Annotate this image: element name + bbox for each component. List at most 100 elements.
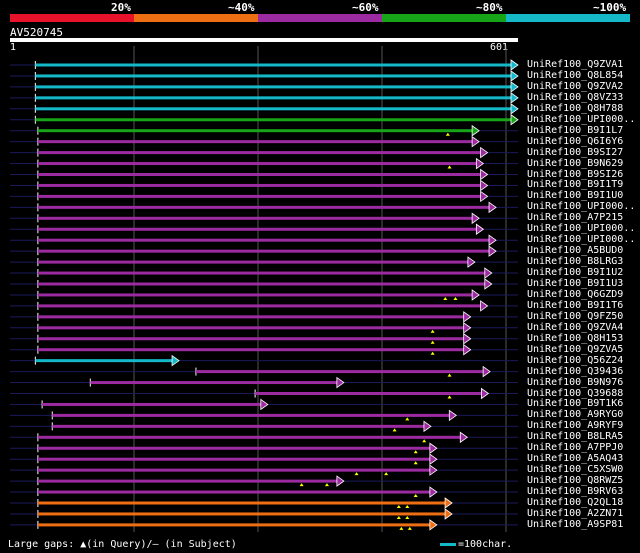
hit-arrowhead <box>429 519 438 531</box>
hit-arrowhead <box>488 245 497 257</box>
hit-arrowhead <box>463 311 472 323</box>
query-gap-marker <box>453 296 458 300</box>
hit-label[interactable]: UniRef100_B9I1U2 <box>527 267 623 278</box>
hit-label[interactable]: UniRef100_Q9ZVA5 <box>527 344 623 355</box>
query-gap-marker <box>413 450 418 454</box>
hit-label[interactable]: UniRef100_A7PPJ0 <box>527 442 623 453</box>
hit-bar <box>37 304 482 308</box>
hit-label[interactable]: UniRef100_A7P215 <box>527 212 623 223</box>
hit-bar <box>37 468 431 472</box>
hit-bar <box>35 74 513 78</box>
hit-arrowhead <box>471 212 480 225</box>
hit-label[interactable]: UniRef100_UPI000.. <box>527 223 635 234</box>
hit-arrowhead <box>510 81 519 93</box>
hit-label[interactable]: UniRef100_Q8L854 <box>527 70 623 81</box>
query-gap-marker <box>396 515 401 519</box>
hit-label[interactable]: UniRef100_A5AQ43 <box>527 453 623 464</box>
hit-label[interactable]: UniRef100_B9I1L7 <box>527 125 623 136</box>
hit-arrowhead <box>480 300 489 312</box>
hit-arrowhead <box>260 398 269 411</box>
hit-label[interactable]: UniRef100_Q39436 <box>527 366 623 377</box>
hit-label[interactable]: UniRef100_Q6I6Y6 <box>527 136 623 147</box>
hit-arrowhead <box>510 113 519 126</box>
query-gap-marker <box>405 515 410 519</box>
hit-arrowhead <box>488 234 497 246</box>
hit-label[interactable]: UniRef100_B9RV63 <box>527 486 623 497</box>
hit-bar <box>35 359 174 363</box>
query-gap-marker <box>443 296 448 300</box>
query-gap-marker <box>413 494 418 498</box>
query-gap-marker <box>299 483 304 487</box>
query-gap-marker <box>399 526 404 530</box>
query-gap-marker <box>354 472 359 476</box>
query-gap-marker <box>447 373 452 377</box>
gap-legend: Large gaps: ▲(in Query)/– (in Subject) <box>8 539 237 550</box>
hit-label[interactable]: UniRef100_B9I1U3 <box>527 278 623 289</box>
query-gap-marker <box>430 340 435 344</box>
query-gap-marker <box>324 483 329 487</box>
hit-label[interactable]: UniRef100_Q6GZD9 <box>527 289 623 300</box>
hit-bar <box>37 238 491 242</box>
hit-label[interactable]: UniRef100_Q8H153 <box>527 333 623 344</box>
hit-bar <box>37 249 491 253</box>
hit-bar <box>37 479 338 483</box>
hit-bar <box>37 348 465 352</box>
scale-bar <box>440 542 456 546</box>
hit-label[interactable]: UniRef100_C5XSW0 <box>527 464 623 475</box>
query-gap-marker <box>384 472 389 476</box>
hit-label[interactable]: UniRef100_B9I1T9 <box>527 179 623 190</box>
hit-label[interactable]: UniRef100_B8LRG3 <box>527 256 623 267</box>
hit-bar <box>37 512 447 516</box>
hit-label[interactable]: UniRef100_B9N629 <box>527 158 623 169</box>
hit-label[interactable]: UniRef100_Q8RWZ5 <box>527 475 623 486</box>
query-gap-marker <box>447 165 452 169</box>
hit-arrowhead <box>463 322 472 334</box>
hit-arrowhead <box>480 168 489 181</box>
hit-label[interactable]: UniRef100_B9I1T6 <box>527 300 623 311</box>
hit-label[interactable]: UniRef100_A5BUD0 <box>527 245 623 256</box>
hit-bar <box>52 424 425 428</box>
hit-label[interactable]: UniRef100_B9I1U0 <box>527 190 623 201</box>
hit-arrowhead <box>423 420 432 433</box>
hit-label[interactable]: UniRef100_Q8VZ33 <box>527 92 623 103</box>
hit-arrowhead <box>510 103 519 115</box>
hit-label[interactable]: UniRef100_Q56Z24 <box>527 355 623 366</box>
hit-label[interactable]: UniRef100_Q9FZ50 <box>527 311 623 322</box>
hit-label[interactable]: UniRef100_UPI000.. <box>527 234 635 245</box>
hit-label[interactable]: UniRef100_A9RYF9 <box>527 420 623 431</box>
scale-label: =100char. <box>458 539 513 550</box>
hit-label[interactable]: UniRef100_B9SI27 <box>527 147 623 158</box>
hit-arrowhead <box>336 376 345 389</box>
hit-bar <box>195 370 485 374</box>
query-gap-marker <box>407 526 412 530</box>
hit-label[interactable]: UniRef100_A2ZN71 <box>527 508 623 519</box>
hit-arrowhead <box>471 289 480 301</box>
hit-arrowhead <box>429 464 438 476</box>
hit-bar <box>255 392 483 395</box>
query-gap-marker <box>396 505 401 508</box>
query-gap-marker <box>430 351 435 355</box>
hit-label[interactable]: UniRef100_A9RYG0 <box>527 409 623 420</box>
hit-bar <box>37 194 482 198</box>
hit-label[interactable]: UniRef100_B9N976 <box>527 377 623 388</box>
hit-label[interactable]: UniRef100_UPI000.. <box>527 114 635 125</box>
hit-label[interactable]: UniRef100_B8LRA5 <box>527 431 623 442</box>
hit-label[interactable]: UniRef100_B9SI26 <box>527 169 623 180</box>
hit-label[interactable]: UniRef100_Q8H788 <box>527 103 623 114</box>
hit-label[interactable]: UniRef100_A9SP81 <box>527 519 623 530</box>
hit-arrowhead <box>480 146 489 159</box>
hit-label[interactable]: UniRef100_Q9ZVA2 <box>527 81 623 92</box>
hit-arrowhead <box>336 475 345 487</box>
hit-label[interactable]: UniRef100_Q39688 <box>527 388 623 399</box>
hit-label[interactable]: UniRef100_Q9ZVA4 <box>527 322 623 333</box>
hit-label[interactable]: UniRef100_Q2QL18 <box>527 497 623 508</box>
hit-label[interactable]: UniRef100_Q9ZVA1 <box>527 59 623 70</box>
hit-arrowhead <box>484 267 493 279</box>
hit-arrowhead <box>481 387 490 400</box>
hit-label[interactable]: UniRef100_UPI000.. <box>527 201 635 212</box>
query-gap-marker <box>413 461 418 465</box>
hit-label[interactable]: UniRef100_B9T1K6 <box>527 398 623 409</box>
hit-bar <box>37 326 465 330</box>
hit-arrowhead <box>484 278 493 290</box>
hit-arrowhead <box>444 508 453 520</box>
